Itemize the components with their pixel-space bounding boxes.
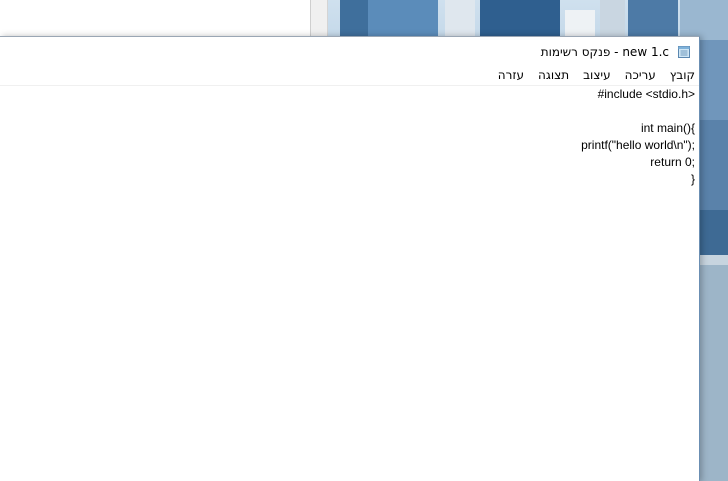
menu-bar: קובץ עריכה עיצוב תצוגה עזרה (0, 66, 699, 86)
code-line: printf("hello world\n"); (574, 138, 695, 152)
menu-help[interactable]: עזרה (491, 66, 531, 85)
text-editor[interactable]: #include <stdio.h> int main(){ printf("h… (0, 86, 699, 481)
background-window[interactable] (0, 0, 311, 36)
notepad-window[interactable]: new 1.c - פנקס רשימות קובץ עריכה עיצוב ת… (0, 36, 700, 481)
notepad-icon (677, 45, 691, 59)
menu-file[interactable]: קובץ (663, 66, 699, 85)
code-line: #include <stdio.h> (597, 87, 695, 101)
title-bar[interactable]: new 1.c - פנקס רשימות (0, 37, 699, 66)
menu-edit[interactable]: עריכה (618, 66, 663, 85)
background-window-scrollbar[interactable] (311, 0, 328, 36)
menu-view[interactable]: תצוגה (531, 66, 576, 85)
window-title: new 1.c - פנקס רשימות (540, 44, 669, 59)
code-line: } (690, 172, 695, 186)
code-line: int main(){ (640, 121, 695, 135)
menu-format[interactable]: עיצוב (576, 66, 618, 85)
code-line: return 0; (643, 155, 695, 169)
